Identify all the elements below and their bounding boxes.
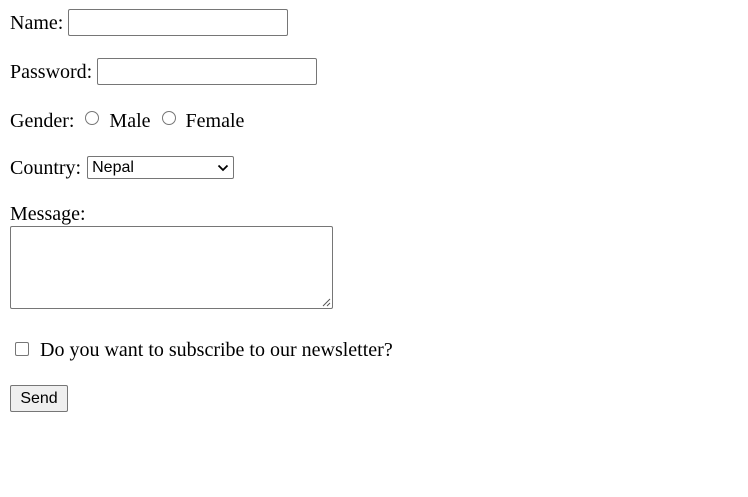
country-select[interactable]: Nepal — [87, 156, 235, 179]
gender-male-label[interactable]: Male — [109, 110, 150, 132]
country-label: Country: — [10, 156, 82, 179]
gender-female-label[interactable]: Female — [186, 110, 245, 132]
message-label: Message: — [10, 203, 86, 225]
name-label: Name: — [10, 11, 64, 34]
gender-female-radio[interactable] — [161, 111, 176, 125]
password-input[interactable] — [97, 58, 318, 85]
name-input[interactable] — [68, 9, 289, 36]
gender-male-radio[interactable] — [85, 111, 100, 125]
password-label: Password: — [10, 60, 93, 83]
chevron-down-icon — [217, 164, 229, 171]
send-button[interactable]: Send — [10, 385, 68, 412]
country-row: Country: Nepal — [10, 156, 235, 179]
subscribe-row: Do you want to subscribe to our newslett… — [15, 339, 393, 361]
message-row: Message: — [10, 203, 86, 225]
gender-label: Gender: — [10, 110, 75, 132]
name-row: Name: — [10, 9, 289, 36]
gender-row: Gender: Male Female — [10, 110, 244, 132]
subscribe-label[interactable]: Do you want to subscribe to our newslett… — [40, 339, 393, 361]
resize-grip-icon[interactable] — [322, 298, 331, 307]
password-row: Password: — [10, 58, 318, 85]
country-select-value: Nepal — [92, 158, 134, 176]
message-textarea[interactable] — [10, 226, 333, 309]
subscribe-checkbox[interactable] — [15, 342, 29, 356]
